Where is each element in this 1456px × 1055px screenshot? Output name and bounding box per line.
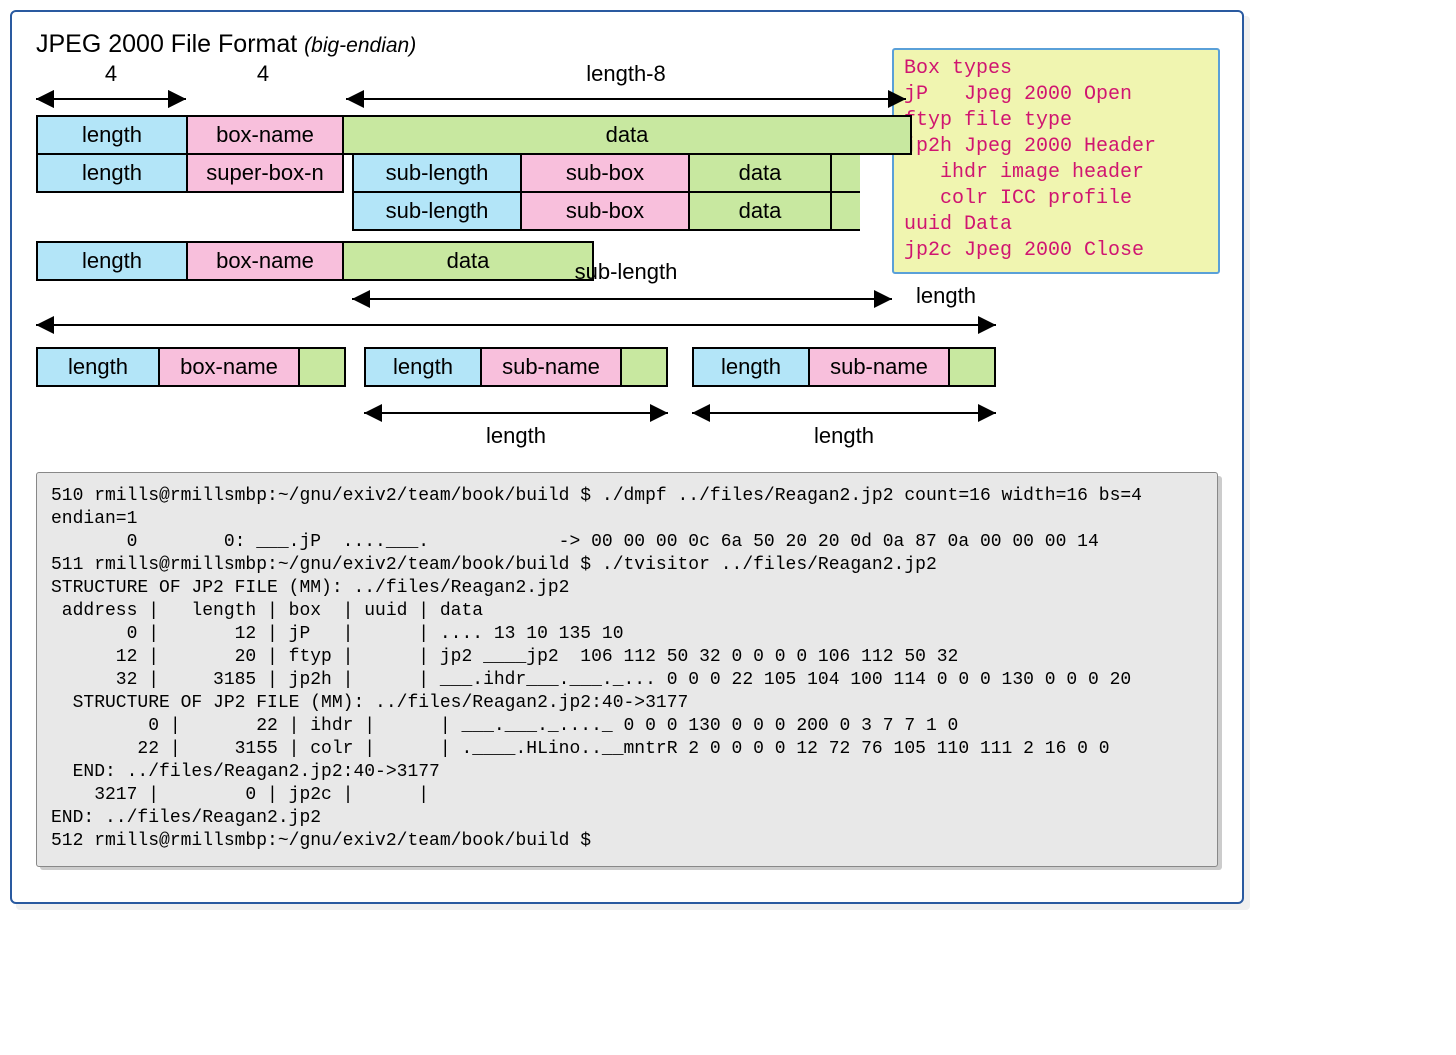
title-sub: (big-endian) [304,34,416,57]
cell-superbox: super-box-n [186,153,344,193]
terminal-line: 0 | 22 | ihdr | | ___.___._...._ 0 0 0 1… [51,716,958,736]
cell-data-stub [948,347,996,387]
cell-data: data [688,191,832,231]
cell-length: length [364,347,482,387]
cell-ellipsis [830,191,860,231]
cell-data-stub [298,347,346,387]
ruler-label: length [896,283,996,309]
ruler-length-full [36,313,996,337]
title-main: JPEG 2000 File Format [36,30,304,58]
cell-subname: sub-name [808,347,950,387]
main-panel: JPEG 2000 File Format (big-endian) Box t… [10,10,1244,904]
cell-data: data [342,115,912,155]
cell-data-stub [620,347,668,387]
cell-boxname: box-name [158,347,300,387]
ruler-label: length [692,423,996,449]
terminal-line: 12 | 20 | ftyp | | jp2 ____jp2 106 112 5… [51,647,958,667]
terminal-line: END: ../files/Reagan2.jp2:40->3177 [51,762,440,782]
terminal-line: 32 | 3185 | jp2h | | ___.ihdr___.___._..… [51,670,1131,690]
cell-length: length [36,241,188,281]
terminal-line: STRUCTURE OF JP2 FILE (MM): ../files/Rea… [51,578,569,598]
ruler-label: 4 [36,61,186,87]
ruler-length8 [346,87,906,111]
terminal-line: 22 | 3155 | colr | | .____.HLino..__mntr… [51,739,1110,759]
diagram-container: JPEG 2000 File Format (big-endian) Box t… [10,10,1250,910]
ruler-label: length-8 [346,61,906,87]
terminal-pre: 510 rmills@rmillsmbp:~/gnu/exiv2/team/bo… [36,472,1218,867]
ruler-label: sub-length [536,259,716,285]
cell-boxname: box-name [186,241,344,281]
terminal-line: STRUCTURE OF JP2 FILE (MM): ../files/Rea… [51,693,688,713]
cell-ellipsis [830,153,860,193]
ruler-sublength [352,287,892,311]
cell-length: length [692,347,810,387]
terminal-line: 3217 | 0 | jp2c | | [51,785,429,805]
terminal-line: 0 0: ___.jP ....___. -> 00 00 00 0c 6a 5… [51,532,1099,552]
terminal-line: END: ../files/Reagan2.jp2 [51,808,321,828]
cell-subbox: sub-box [520,153,690,193]
ruler-label: length [364,423,668,449]
cell-boxname: box-name [186,115,344,155]
terminal-line: 511 rmills@rmillsmbp:~/gnu/exiv2/team/bo… [51,555,937,575]
terminal-output: 510 rmills@rmillsmbp:~/gnu/exiv2/team/bo… [36,472,1218,867]
cell-data: data [688,153,832,193]
terminal-line: 510 rmills@rmillsmbp:~/gnu/exiv2/team/bo… [51,486,1142,506]
ruler-4-right [36,87,186,111]
terminal-line: address | length | box | uuid | data [51,601,483,621]
cell-subbox: sub-box [520,191,690,231]
cell-length: length [36,153,188,193]
structure-diagram: 4 4 length-8 length box-name data length… [36,65,1218,465]
terminal-line: endian=1 [51,509,137,529]
cell-sublength: sub-length [352,191,522,231]
cell-sublength: sub-length [352,153,522,193]
cell-length: length [36,347,160,387]
cell-length: length [36,115,188,155]
cell-subname: sub-name [480,347,622,387]
ruler-length-sub1 [364,401,668,425]
terminal-line: 0 | 12 | jP | | .... 13 10 135 10 [51,624,624,644]
ruler-label: 4 [188,61,338,87]
terminal-line: 512 rmills@rmillsmbp:~/gnu/exiv2/team/bo… [51,831,591,851]
ruler-length-sub2 [692,401,996,425]
